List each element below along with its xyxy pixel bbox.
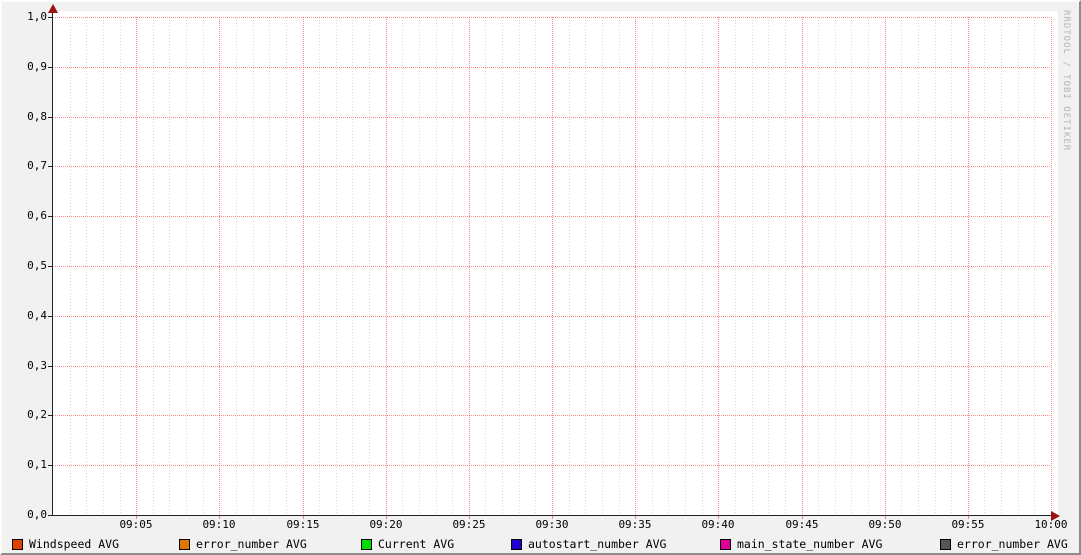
y-tick-label: 0,9 bbox=[27, 60, 47, 73]
y-axis-arrow-icon bbox=[48, 4, 58, 13]
legend-label: error_number AVG bbox=[957, 537, 1068, 551]
grid-line-major-horizontal bbox=[53, 316, 1051, 317]
grid-line-major-vertical bbox=[1051, 17, 1052, 515]
x-axis-line bbox=[48, 515, 1052, 516]
y-tick-label: 0,7 bbox=[27, 159, 47, 172]
legend-color-swatch-icon bbox=[361, 538, 372, 550]
legend-item: error_number AVG bbox=[179, 537, 307, 551]
y-tick-label: 0,5 bbox=[27, 259, 47, 272]
x-tick-label: 09:30 bbox=[535, 518, 569, 531]
y-tick-label: 0,4 bbox=[27, 309, 47, 322]
grid-line-major-horizontal bbox=[53, 67, 1051, 68]
y-tick-label: 0,1 bbox=[27, 458, 47, 471]
grid-line-major-horizontal bbox=[53, 266, 1051, 267]
x-tick-label: 09:35 bbox=[618, 518, 652, 531]
legend-label: autostart_number AVG bbox=[528, 537, 667, 551]
legend-color-swatch-icon bbox=[511, 538, 522, 550]
rrdtool-graph: 1,0 0,9 0,8 0,7 0,6 0,5 0,4 0,3 0,2 0,1 0,0 09:05 0… bbox=[0, 0, 1081, 555]
y-tick-label: 0,6 bbox=[27, 209, 47, 222]
x-tick-label: 09:15 bbox=[286, 518, 320, 531]
grid-line-major-horizontal bbox=[53, 415, 1051, 416]
legend-item: Current AVG bbox=[361, 537, 454, 551]
legend-label: error_number AVG bbox=[196, 537, 307, 551]
legend-color-swatch-icon bbox=[720, 538, 731, 550]
x-tick-label: 09:25 bbox=[452, 518, 486, 531]
x-tick-label: 10:00 bbox=[1034, 518, 1068, 531]
grid-line-major-horizontal bbox=[53, 117, 1051, 118]
x-tick-label: 09:50 bbox=[868, 518, 902, 531]
x-tick-label: 09:45 bbox=[785, 518, 819, 531]
legend-item: Windspeed AVG bbox=[12, 537, 119, 551]
grid-line-major-horizontal bbox=[53, 17, 1051, 18]
grid-line-major-horizontal bbox=[53, 166, 1051, 167]
watermark-text: RRDTOOL / TOBI OETIKER bbox=[1061, 10, 1071, 152]
x-tick-label: 09:05 bbox=[119, 518, 153, 531]
y-tick-label: 0,2 bbox=[27, 408, 47, 421]
grid-line-major-horizontal bbox=[53, 216, 1051, 217]
x-tick-label: 09:40 bbox=[701, 518, 735, 531]
legend-color-swatch-icon bbox=[940, 538, 951, 550]
legend-item: main_state_number AVG bbox=[720, 537, 882, 551]
x-tick-label: 09:55 bbox=[951, 518, 985, 531]
x-tick-label: 09:10 bbox=[202, 518, 236, 531]
legend-item: error_number AVG bbox=[940, 537, 1068, 551]
legend-color-swatch-icon bbox=[179, 538, 190, 550]
legend-label: Current AVG bbox=[378, 537, 455, 551]
x-tick-label: 09:20 bbox=[369, 518, 403, 531]
y-tick-label: 1,0 bbox=[27, 10, 47, 23]
legend-item: autostart_number AVG bbox=[511, 537, 666, 551]
legend-color-swatch-icon bbox=[12, 538, 23, 550]
y-tick-label: 0,0 bbox=[27, 508, 47, 521]
grid-line-major-horizontal bbox=[53, 465, 1051, 466]
y-tick-label: 0,3 bbox=[27, 359, 47, 372]
grid-line-major-horizontal bbox=[53, 366, 1051, 367]
legend-label: main_state_number AVG bbox=[737, 537, 883, 551]
y-axis-line bbox=[52, 11, 53, 516]
y-tick-label: 0,8 bbox=[27, 110, 47, 123]
legend-label: Windspeed AVG bbox=[29, 537, 120, 551]
